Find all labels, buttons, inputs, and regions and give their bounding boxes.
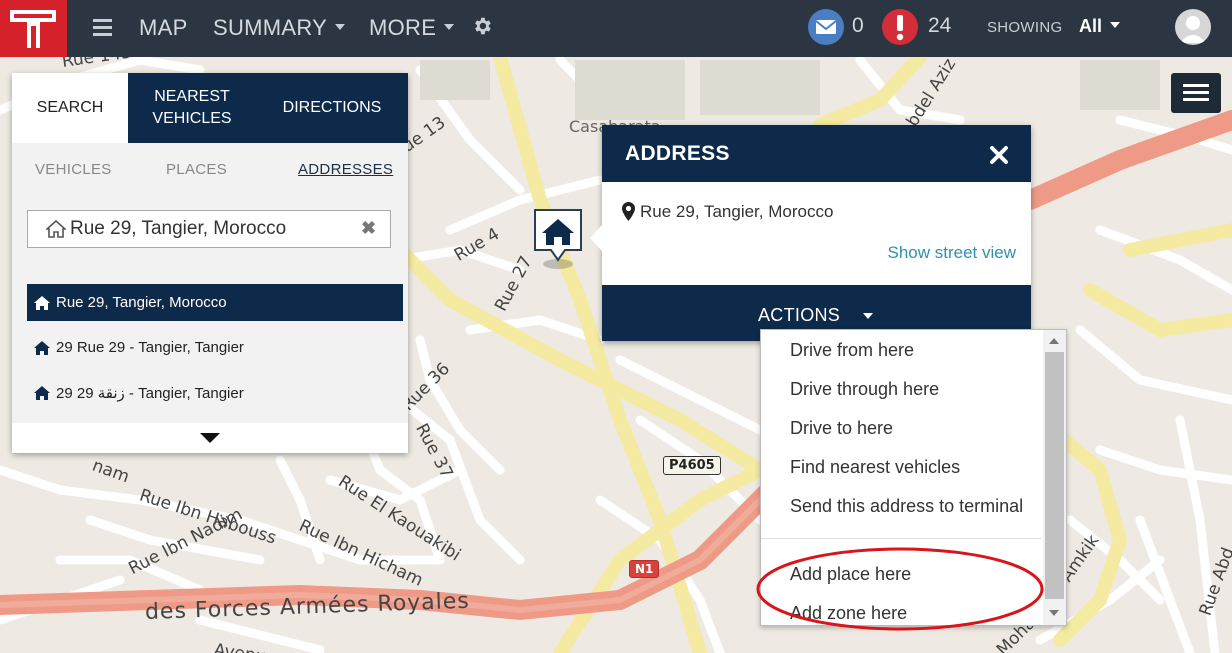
actions-label: ACTIONS (758, 305, 841, 325)
nav-summary[interactable]: SUMMARY (213, 15, 346, 41)
road-shield: P4605 (663, 456, 721, 475)
tab-directions[interactable]: DIRECTIONS (274, 73, 390, 143)
address-search-input[interactable] (70, 217, 360, 241)
menu-scrollbar[interactable] (1043, 330, 1066, 625)
search-result-item[interactable]: 29 زنقة 29 - Tangier, Tangier (27, 374, 403, 411)
scroll-up-arrow-icon[interactable] (1049, 338, 1059, 344)
address-popup: ADDRESS Rue 29, Tangier, Morocco Show st… (590, 125, 1031, 341)
showing-label: SHOWING (987, 19, 1063, 36)
chevron-down-icon (1110, 22, 1121, 29)
search-result-label: 29 Rue 29 - Tangier, Tangier (56, 339, 244, 356)
showing-value: All (1079, 16, 1103, 36)
subtab-places[interactable]: PLACES (166, 161, 227, 178)
chevron-down-icon (444, 24, 455, 31)
showing-filter-dropdown[interactable]: All (1079, 16, 1121, 37)
search-result-label: 29 زنقة 29 - Tangier, Tangier (56, 384, 244, 402)
popup-pointer (590, 225, 602, 251)
menu-item-send-to-terminal[interactable]: Send this address to terminal (790, 496, 1023, 517)
top-navigation-bar: MAP SUMMARY MORE 0 24 SHOWING All (0, 0, 1232, 57)
chevron-down-icon (863, 313, 873, 319)
nav-more-label: MORE (369, 15, 437, 40)
menu-divider (761, 538, 1041, 539)
alerts-count: 24 (928, 14, 952, 37)
road-shield: N1 (629, 560, 660, 578)
alert-icon (896, 15, 904, 41)
user-avatar-icon (1180, 16, 1206, 43)
scrollbar-thumb[interactable] (1045, 352, 1064, 599)
search-subtabs: VEHICLES PLACES ADDRESSES (12, 143, 408, 198)
logo-icon (10, 10, 56, 48)
search-box: ✖ (27, 210, 391, 248)
popup-address-text: Rue 29, Tangier, Morocco (640, 202, 834, 221)
gear-icon[interactable] (471, 15, 493, 37)
search-panel: SEARCH NEAREST VEHICLES DIRECTIONS VEHIC… (12, 73, 408, 453)
location-pin-icon (622, 202, 635, 221)
hamburger-menu-icon[interactable] (93, 19, 112, 36)
address-map-marker[interactable] (531, 208, 585, 270)
chevron-down-icon (335, 24, 346, 31)
menu-item-add-place-here[interactable]: Add place here (790, 564, 911, 585)
subtab-vehicles[interactable]: VEHICLES (35, 161, 112, 178)
expand-results-button[interactable] (12, 423, 408, 453)
search-result-item[interactable]: Rue 29, Tangier, Morocco (27, 284, 403, 321)
map-layers-menu-button[interactable] (1171, 73, 1221, 113)
close-icon[interactable] (987, 143, 1011, 167)
messages-button[interactable] (808, 9, 844, 45)
menu-item-drive-from-here[interactable]: Drive from here (790, 340, 914, 361)
popup-title: ADDRESS (625, 142, 730, 165)
search-result-item[interactable]: 29 Rue 29 - Tangier, Tangier (27, 329, 403, 366)
avatar[interactable] (1175, 9, 1211, 45)
nav-map-label: MAP (139, 15, 188, 40)
home-icon (34, 295, 50, 310)
messages-count: 0 (852, 14, 864, 37)
home-icon (34, 340, 50, 355)
panel-tabs: SEARCH NEAREST VEHICLES DIRECTIONS (12, 73, 408, 143)
brand-logo[interactable] (0, 0, 67, 57)
nav-summary-label: SUMMARY (213, 15, 328, 40)
menu-item-add-zone-here[interactable]: Add zone here (790, 603, 907, 624)
mail-icon (815, 20, 837, 34)
clear-search-icon[interactable]: ✖ (361, 219, 379, 237)
subtab-addresses[interactable]: ADDRESSES (298, 161, 393, 178)
actions-menu: Drive from here Drive through here Drive… (760, 329, 1067, 626)
menu-item-drive-to-here[interactable]: Drive to here (790, 418, 893, 439)
nav-more[interactable]: MORE (369, 15, 455, 41)
menu-item-find-nearest-vehicles[interactable]: Find nearest vehicles (790, 457, 960, 478)
triangle-down-icon (200, 433, 220, 443)
scroll-down-arrow-icon[interactable] (1049, 610, 1059, 616)
search-result-label: Rue 29, Tangier, Morocco (56, 294, 227, 311)
tab-search[interactable]: SEARCH (12, 73, 128, 143)
menu-item-drive-through-here[interactable]: Drive through here (790, 379, 939, 400)
show-street-view-link[interactable]: Show street view (888, 243, 1017, 263)
tab-nearest-vehicles[interactable]: NEAREST VEHICLES (140, 73, 244, 143)
nav-map[interactable]: MAP (139, 15, 188, 41)
alerts-button[interactable] (882, 9, 918, 45)
home-icon (34, 385, 50, 400)
popup-header: ADDRESS (602, 125, 1031, 182)
home-icon (46, 220, 66, 238)
